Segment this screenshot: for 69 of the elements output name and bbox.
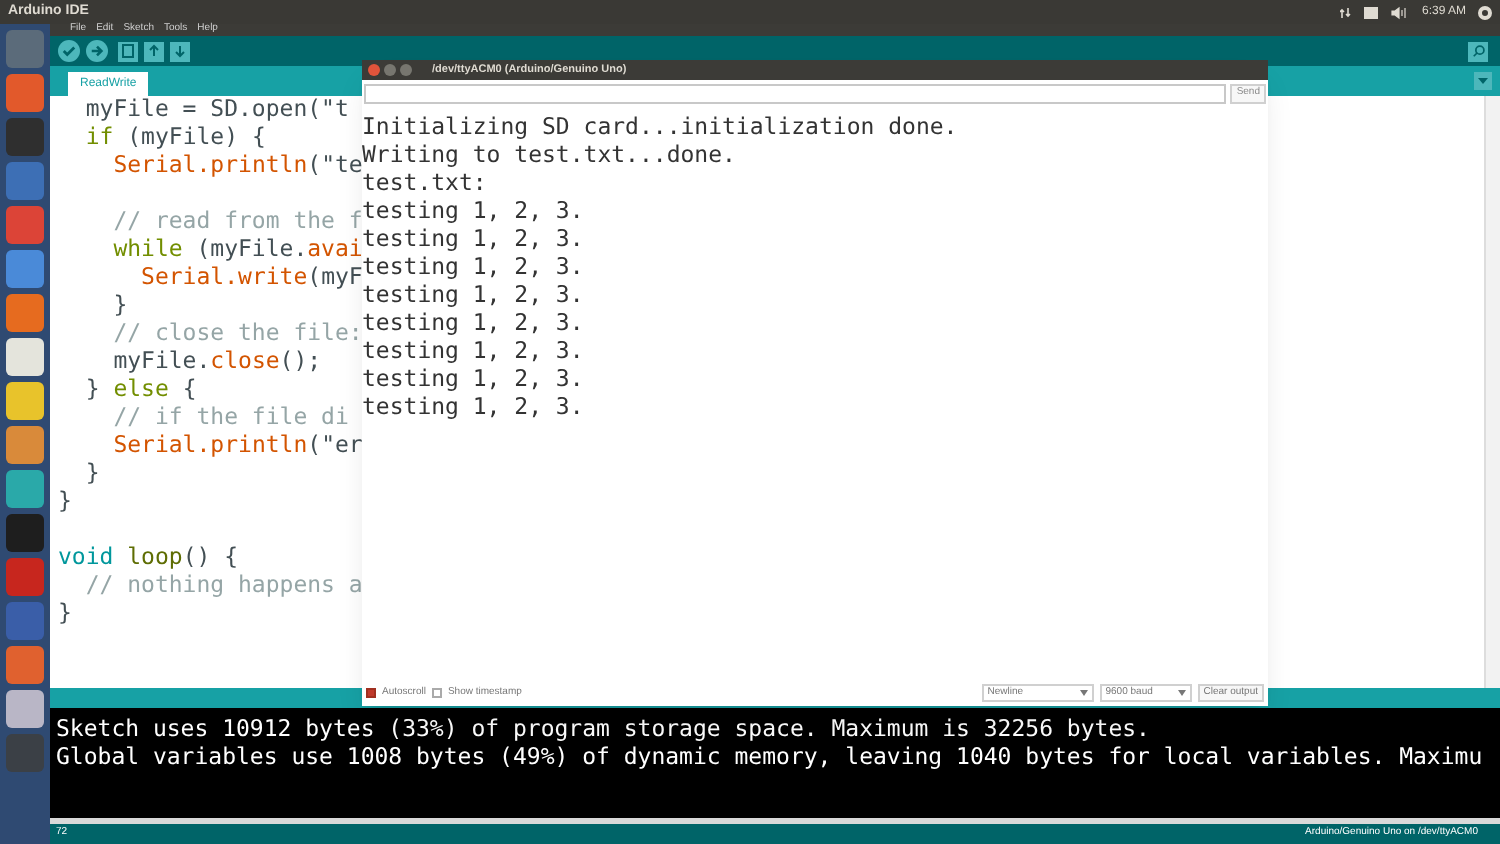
- output-line: testing 1, 2, 3.: [362, 252, 584, 280]
- code-line: // read from the f: [111, 206, 363, 234]
- app-icon[interactable]: [6, 558, 44, 596]
- code-line: }: [58, 598, 72, 626]
- up-arrow-icon: [148, 44, 160, 58]
- output-line: testing 1, 2, 3.: [362, 364, 584, 392]
- close-icon[interactable]: [368, 64, 380, 76]
- power-icon[interactable]: [1478, 5, 1492, 19]
- upload-button[interactable]: [86, 40, 108, 62]
- app-icon[interactable]: [6, 338, 44, 376]
- magnifier-icon: [1471, 44, 1485, 58]
- code-line: } else {: [83, 374, 197, 402]
- minimize-icon[interactable]: [384, 64, 396, 76]
- autoscroll-checkbox[interactable]: [366, 688, 376, 698]
- down-arrow-icon: [174, 44, 186, 58]
- code-line: void loop() {: [58, 542, 239, 570]
- serial-monitor-button[interactable]: [1468, 41, 1488, 61]
- output-line: Initializing SD card...initialization done.: [362, 112, 958, 140]
- output-line: testing 1, 2, 3.: [362, 224, 584, 252]
- code-line: }: [83, 458, 100, 486]
- app-icon[interactable]: [6, 382, 44, 420]
- console-line: Sketch uses 10912 bytes (33%) of program storage space. Maximum is 32256 bytes.: [56, 714, 1150, 742]
- save-button[interactable]: [170, 41, 190, 61]
- code-line: Serial.println("te: [111, 150, 363, 178]
- checkmark-icon: [62, 44, 76, 58]
- verify-button[interactable]: [58, 40, 80, 62]
- app-icon[interactable]: [6, 470, 44, 508]
- code-line: if (myFile) {: [83, 122, 266, 150]
- page-icon: [122, 44, 134, 58]
- code-line: myFile = SD.open("t: [83, 96, 349, 122]
- app-icon[interactable]: [6, 162, 44, 200]
- output-line: testing 1, 2, 3.: [362, 308, 584, 336]
- app-icon[interactable]: [6, 690, 44, 728]
- output-line: Writing to test.txt...done.: [362, 140, 736, 168]
- dropdown-icon[interactable]: [1474, 72, 1492, 90]
- output-line: testing 1, 2, 3.: [362, 280, 584, 308]
- app-icon[interactable]: [6, 646, 44, 684]
- app-icon[interactable]: [6, 294, 44, 332]
- app-icon[interactable]: [6, 514, 44, 552]
- right-arrow-icon: [90, 44, 104, 58]
- code-line: // if the file di: [111, 402, 349, 430]
- send-input-field[interactable]: [364, 84, 1227, 104]
- app-icon[interactable]: [6, 426, 44, 464]
- code-line: // close the file:: [111, 318, 363, 346]
- output-line: testing 1, 2, 3.: [362, 336, 584, 364]
- code-line: while (myFile.avai: [111, 234, 363, 262]
- app-icon[interactable]: [6, 206, 44, 244]
- code-line: Serial.println("er: [111, 430, 363, 458]
- output-line: test.txt:: [362, 168, 487, 196]
- app-icon[interactable]: [6, 118, 44, 156]
- code-line: }: [111, 290, 128, 318]
- scrollbar[interactable]: [1484, 96, 1500, 688]
- timestamp-checkbox[interactable]: [431, 688, 442, 698]
- app-icon[interactable]: [6, 602, 44, 640]
- new-button[interactable]: [118, 41, 138, 61]
- console-line: Global variables use 1008 bytes (49%) of dynamic memory, leaving 1040 bytes for local variables. Maximu: [56, 742, 1483, 770]
- code-line: }: [58, 486, 72, 514]
- code-line: myFile.close();: [111, 346, 322, 374]
- open-button[interactable]: [144, 41, 164, 61]
- code-line: // nothing happens a: [83, 570, 363, 598]
- output-line: testing 1, 2, 3.: [362, 196, 584, 224]
- app-icon[interactable]: [6, 30, 44, 68]
- code-line: Serial.write(myF: [139, 262, 363, 290]
- speaker-icon[interactable]: [1391, 5, 1406, 19]
- output-line: testing 1, 2, 3.: [362, 392, 584, 420]
- app-icon[interactable]: [6, 250, 44, 288]
- maximize-icon[interactable]: [400, 64, 412, 76]
- app-icon[interactable]: [6, 74, 44, 112]
- network-icon[interactable]: [1339, 6, 1351, 18]
